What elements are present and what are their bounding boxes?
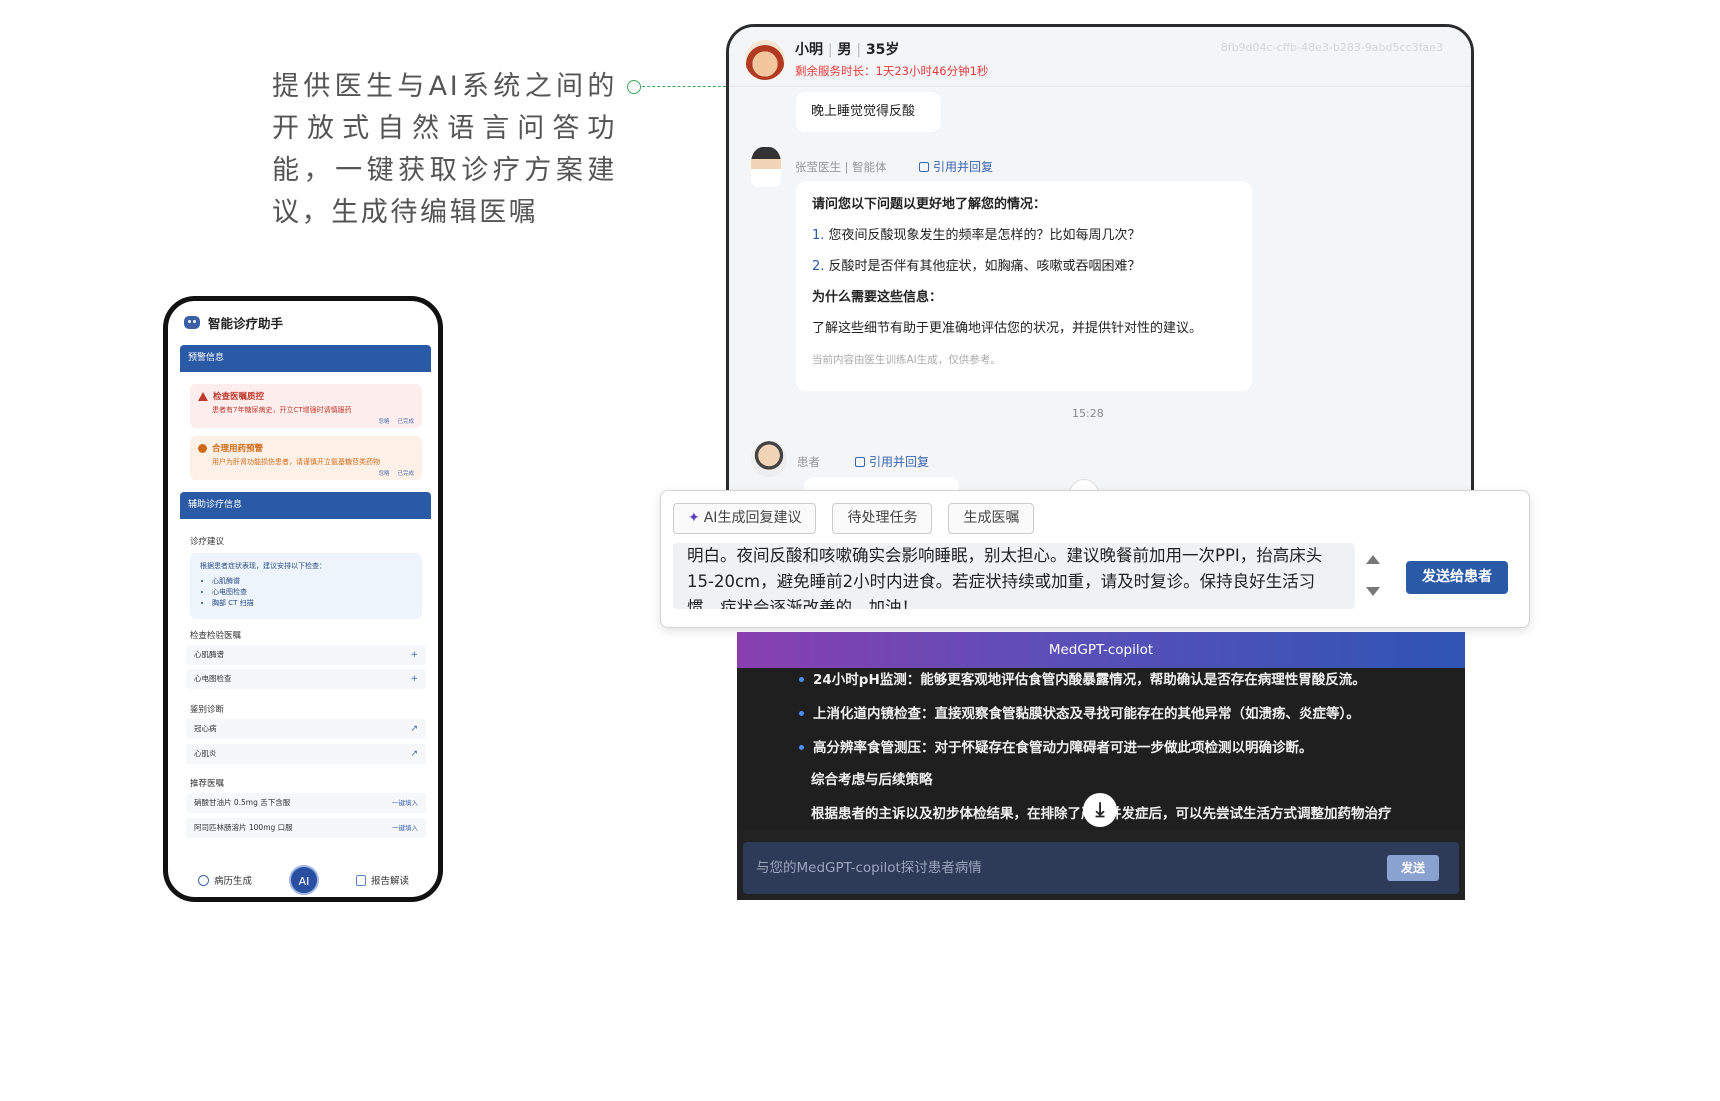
warning-panel: 检查医嘱质控 患者有7年糖尿病史，开立CT增强时请慎服药 忽略 已完成 合理用药预…	[180, 372, 431, 488]
phone-mockup: 智能诊疗助手 预警信息 检查医嘱质控 患者有7年糖尿病史，开立CT增强时请慎服药…	[163, 296, 443, 902]
report-tab[interactable]: 报告解读	[356, 873, 409, 887]
ai-disclaimer: 当前内容由医生训练AI生成，仅供参考。	[812, 354, 1001, 366]
quote-reply-button[interactable]: 引用并回复	[855, 453, 929, 470]
med-row[interactable]: 硝酸甘油片 0.5mg 舌下含服 一键填入	[186, 793, 426, 813]
caption-connector-dot	[627, 80, 641, 94]
ai-reply-suggestion-tab[interactable]: ✦ AI生成回复建议	[673, 503, 817, 534]
done-link[interactable]: 已完成	[397, 469, 414, 477]
send-to-patient-button[interactable]: 发送给患者	[1406, 561, 1508, 594]
fill-in-button[interactable]: 一键填入	[392, 818, 418, 838]
remaining-time: 剩余服务时长：1天23小时46分钟1秒	[795, 64, 989, 78]
med-row[interactable]: 阿司匹林肠溶片 100mg 口服 一键填入	[186, 818, 426, 838]
doctor-avatar	[751, 147, 781, 187]
external-link-icon[interactable]: ↗	[410, 719, 418, 739]
copilot-title: MedGPT-copilot	[737, 632, 1465, 668]
doctor-sender: 张莹医生 | 智能体	[795, 160, 887, 174]
patient-avatar	[745, 40, 785, 80]
diag-label: 诊疗建议	[190, 537, 225, 547]
reply-panel: ✦ AI生成回复建议 待处理任务 生成医嘱 明白。夜间反酸和咳嗽确实会影响睡眠，别…	[660, 490, 1530, 628]
message-time: 15:28	[1072, 407, 1104, 420]
generate-orders-tab[interactable]: 生成医嘱	[948, 503, 1035, 534]
patient-sender: 患者	[797, 455, 820, 469]
exam-label: 检查检验医嘱	[190, 631, 242, 641]
quote-icon	[919, 161, 929, 172]
sparkle-icon: ✦	[688, 510, 700, 526]
record-icon	[198, 874, 209, 886]
list-item: 24小时pH监测：能够更客观地评估食管内酸暴露情况，帮助确认是否存在病理性胃酸反…	[799, 672, 1366, 688]
exam-row[interactable]: 心肌酶谱 +	[186, 645, 426, 665]
session-id: 8fb9d04c-cffb-48e3-b283-9abd5cc3fae3	[1220, 41, 1443, 54]
med-label: 推荐医嘱	[190, 779, 225, 789]
warning-band: 预警信息	[180, 345, 431, 372]
external-link-icon[interactable]: ↗	[410, 744, 418, 764]
done-link[interactable]: 已完成	[397, 417, 414, 425]
scroll-down-arrow-icon[interactable]	[1366, 587, 1380, 596]
differential-label: 鉴别诊断	[190, 705, 225, 715]
copilot-panel: MedGPT-copilot 24小时pH监测：能够更客观地评估食管内酸暴露情况…	[737, 632, 1465, 900]
strategy-heading: 综合考虑与后续策略	[811, 772, 933, 788]
reply-textarea[interactable]: 明白。夜间反酸和咳嗽确实会影响睡眠，别太担心。建议晚餐前加用一次PPI，抬高床头…	[673, 543, 1355, 609]
ai-button[interactable]: AI	[289, 865, 319, 895]
diag-item: 心电图检查	[212, 587, 412, 598]
patient-info: 小明 | 男 | 35岁	[795, 42, 900, 58]
download-icon[interactable]: ⤓	[1083, 793, 1117, 827]
phone-title: 智能诊疗助手	[184, 313, 283, 332]
fill-in-button[interactable]: 一键填入	[392, 793, 418, 813]
pending-tasks-tab[interactable]: 待处理任务	[832, 503, 933, 534]
patient-message: 晚上睡觉觉得反酸	[796, 92, 941, 132]
ignore-link[interactable]: 忽略	[378, 417, 389, 425]
phone-bottom-nav: 病历生成 AI 报告解读	[168, 857, 438, 897]
diag-suggestion-box: 根据患者症状表现，建议安排以下检查： 心肌酶谱 心电图检查 胸部 CT 扫描	[190, 553, 422, 619]
assist-panel: 诊疗建议 根据患者症状表现，建议安排以下检查： 心肌酶谱 心电图检查 胸部 CT…	[180, 519, 431, 849]
robot-icon	[184, 316, 200, 329]
patient-avatar-small	[751, 441, 787, 477]
quote-reply-button[interactable]: 引用并回复	[919, 158, 993, 175]
diag-item: 胸部 CT 扫描	[212, 598, 412, 609]
list-item: 上消化道内镜检查：直接观察食管黏膜状态及寻找可能存在的其他异常（如溃疡、炎症等）…	[799, 706, 1360, 722]
warning-circle-icon	[198, 443, 207, 453]
differential-row[interactable]: 心肌炎 ↗	[186, 744, 426, 764]
feature-caption: 提供医生与AI系统之间的开放式自然语言问答功能，一键获取诊疗方案建议，生成待编辑…	[272, 71, 617, 228]
copilot-input[interactable]: 与您的MedGPT-copilot探讨患者病情 发送	[743, 842, 1459, 894]
add-icon[interactable]: +	[410, 645, 418, 665]
caption-connector-line	[627, 86, 731, 87]
warning-triangle-icon	[198, 391, 208, 401]
add-icon[interactable]: +	[410, 669, 418, 689]
differential-row[interactable]: 冠心病 ↗	[186, 719, 426, 739]
record-gen-tab[interactable]: 病历生成	[198, 873, 252, 887]
alert-exam-qc[interactable]: 检查医嘱质控 患者有7年糖尿病史，开立CT增强时请慎服药 忽略 已完成	[190, 384, 422, 428]
doctor-message: 请问您以下问题以更好地了解您的情况： 1. 您夜间反酸现象发生的频率是怎样的？比…	[796, 181, 1252, 391]
alert-medication[interactable]: 合理用药预警 用户为肝肾功能损伤患者，请谨慎开立氨基糖苷类药物 忽略 已完成	[190, 436, 422, 480]
chat-window: 小明 | 男 | 35岁 剩余服务时长：1天23小时46分钟1秒 8fb9d04…	[726, 24, 1474, 522]
copilot-send-button[interactable]: 发送	[1387, 855, 1439, 881]
ignore-link[interactable]: 忽略	[378, 469, 389, 477]
diag-item: 心肌酶谱	[212, 576, 412, 587]
list-item: 高分辨率食管测压：对于怀疑存在食管动力障碍者可进一步做此项检测以明确诊断。	[799, 740, 1313, 756]
assist-band: 辅助诊疗信息	[180, 492, 431, 519]
scroll-up-arrow-icon[interactable]	[1366, 555, 1380, 564]
report-icon	[356, 874, 366, 886]
exam-row[interactable]: 心电图检查 +	[186, 669, 426, 689]
quote-icon	[855, 456, 865, 467]
